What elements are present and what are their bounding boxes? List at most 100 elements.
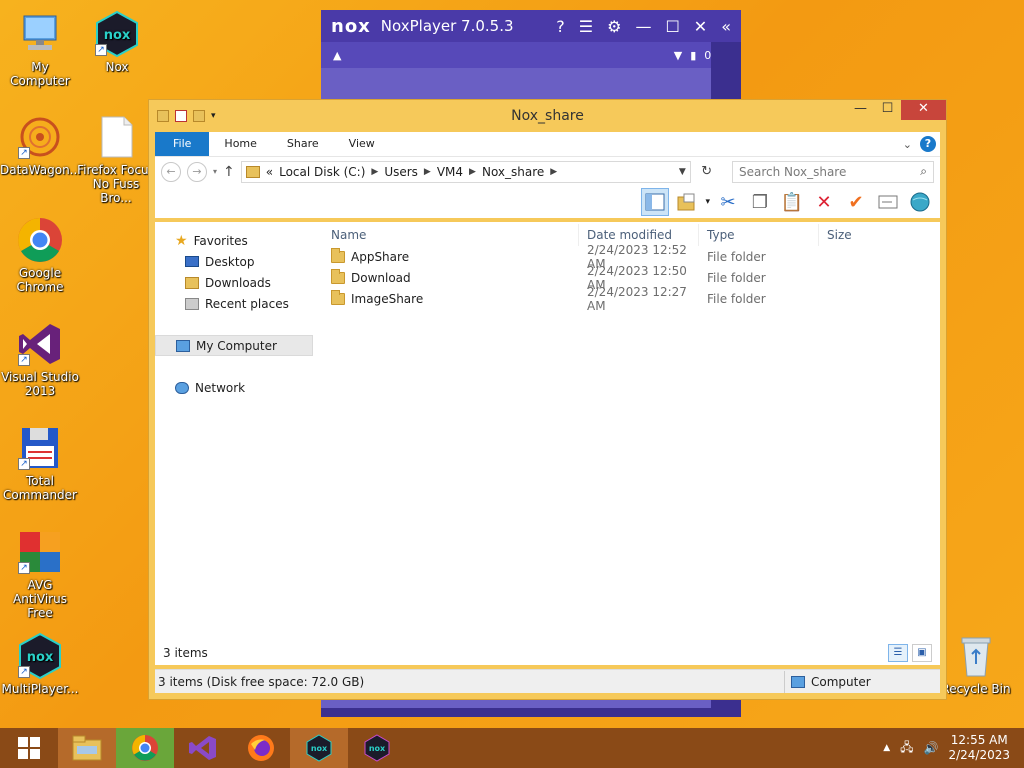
desktop-icon-firefox-focus[interactable]: Firefox Focus No Fuss Bro... [76,113,156,205]
close-icon[interactable]: ✕ [694,17,707,36]
breadcrumb-vm4[interactable]: VM4 [437,165,463,179]
delete-icon[interactable]: ✕ [810,188,838,216]
nox-titlebar[interactable]: nox NoxPlayer 7.0.5.3 ? ☰ ⚙ — ☐ ✕ « [321,10,741,42]
maximize-icon[interactable]: ☐ [665,17,679,36]
help-button[interactable]: ? [920,136,936,152]
computer-icon [176,339,190,352]
avg-icon: ↗ [16,528,64,576]
details-view-icon[interactable]: ☰ [888,644,908,662]
desktop-icon-visual-studio[interactable]: ↗ Visual Studio 2013 [0,320,80,398]
expand-ribbon-icon[interactable]: ⌄ [903,138,912,151]
search-icon[interactable]: ⌕ [920,164,927,179]
chrome-icon [16,216,64,264]
recycle-bin-icon [952,632,1000,680]
breadcrumb-nox-share[interactable]: Nox_share [482,165,544,179]
close-button[interactable]: ✕ [901,100,946,120]
paste-icon[interactable]: 📋 [778,188,806,216]
refresh-button[interactable]: ↻ [697,164,717,179]
help-icon[interactable]: ? [556,17,565,36]
desktop-icon-total-commander[interactable]: ↗ Total Commander [0,424,80,502]
chevron-right-icon[interactable]: ▶ [550,167,557,177]
taskbar-chrome[interactable] [116,728,174,768]
checkmark-icon[interactable]: ✔ [842,188,870,216]
file-row[interactable]: ImageShare 2/24/2023 12:27 AM File folde… [315,285,940,313]
titlebar[interactable]: ▾ Nox_share — ☐ ✕ [149,100,946,132]
forward-button[interactable]: → [187,161,207,182]
globe-icon[interactable] [906,188,934,216]
chevron-right-icon[interactable]: ▶ [469,167,476,177]
desktop-icon-my-computer[interactable]: My Computer [0,10,80,88]
minimize-icon[interactable]: — [635,17,651,36]
nav-recent-places[interactable]: Recent places [155,293,315,314]
datawagon-icon: ↗ [16,113,64,161]
taskbar-nox-multiplayer[interactable]: nox [348,728,406,768]
floppy-icon: ↗ [16,424,64,472]
collapse-icon[interactable]: « [721,17,731,36]
explorer-window[interactable]: ▾ Nox_share — ☐ ✕ File Home Share View ⌄… [148,99,947,700]
nav-network[interactable]: Network [155,377,315,398]
nav-my-computer[interactable]: My Computer [155,335,313,356]
breadcrumb-users[interactable]: Users [384,165,418,179]
preview-pane-icon[interactable] [641,188,670,216]
computer-icon [16,10,64,58]
network-icon[interactable]: 🖧 [900,738,913,759]
tab-view[interactable]: View [334,132,390,156]
show-hidden-icons-icon[interactable]: ▲ [883,743,890,753]
content-area: ★ Favorites Desktop Downloads Recent pla… [155,222,940,665]
svg-text:nox: nox [369,744,386,753]
desktop-icon-multiplayer[interactable]: nox ↗ MultiPlayer... [0,632,80,696]
clock[interactable]: 12:55 AM 2/24/2023 [948,733,1010,763]
nox-icon: nox [306,734,332,762]
gear-icon[interactable]: ⚙ [607,17,621,36]
large-icons-view-icon[interactable]: ▣ [912,644,932,662]
taskbar: nox nox ▲ 🖧 🔊 12:55 AM 2/24/2023 [0,728,1024,768]
network-icon [175,381,189,394]
recent-locations-icon[interactable]: ▾ [213,167,217,176]
nav-favorites[interactable]: ★ Favorites [155,230,315,251]
minimize-button[interactable]: — [847,100,874,120]
start-button[interactable] [0,728,58,768]
taskbar-file-explorer[interactable] [58,728,116,768]
file-list: Name Date modified Type Size AppShare 2/… [315,222,940,665]
taskbar-firefox[interactable] [232,728,290,768]
chevron-down-icon[interactable]: ▼ [679,167,686,177]
taskbar-visual-studio[interactable] [174,728,232,768]
window-title: Nox_share [511,108,584,124]
chevron-right-icon[interactable]: ▶ [424,167,431,177]
desktop-icon-google-chrome[interactable]: Google Chrome [0,216,80,294]
up-button[interactable]: ↑ [223,164,235,180]
nox-title: NoxPlayer 7.0.5.3 [380,17,514,35]
taskbar-nox[interactable]: nox [290,728,348,768]
address-bar[interactable]: « Local Disk (C:) ▶ Users ▶ VM4 ▶ Nox_sh… [240,160,691,183]
battery-icon: ▮ [690,48,697,62]
column-size[interactable]: Size [819,224,893,246]
command-toolbar: ▾ ✂ ❐ 📋 ✕ ✔ [155,186,940,218]
desktop-icon-datawagon[interactable]: ↗ DataWagon... [0,113,81,177]
computer-icon [791,675,805,688]
volume-icon[interactable]: 🔊 [924,741,939,755]
desktop-icon-nox[interactable]: nox ↗ Nox [77,10,157,74]
tab-home[interactable]: Home [209,132,271,156]
desktop-icon-avg[interactable]: ↗ AVG AntiVirus Free [0,528,80,620]
tab-file[interactable]: File [155,132,210,156]
column-name[interactable]: Name [315,224,579,246]
menu-icon[interactable]: ☰ [579,17,593,36]
tab-share[interactable]: Share [272,132,334,156]
column-type[interactable]: Type [699,224,819,246]
cut-icon[interactable]: ✂ [714,188,742,216]
copy-icon[interactable]: ❐ [746,188,774,216]
chevron-right-icon[interactable]: ▶ [371,167,378,177]
nav-downloads[interactable]: Downloads [155,272,315,293]
maximize-button[interactable]: ☐ [874,100,901,120]
search-input[interactable]: Search Nox_share ⌕ [732,160,934,183]
rename-icon[interactable] [874,188,902,216]
star-icon: ★ [175,232,188,249]
chevron-down-icon[interactable]: ▾ [705,197,710,207]
back-button[interactable]: ← [161,161,181,182]
breadcrumb-local-disk[interactable]: Local Disk (C:) [279,165,365,179]
folder-options-icon[interactable] [673,188,701,216]
recent-places-icon [185,297,199,310]
desktop-icon-recycle-bin[interactable]: Recycle Bin [936,632,1016,696]
address-prefix[interactable]: « [266,165,273,179]
nav-desktop[interactable]: Desktop [155,251,315,272]
